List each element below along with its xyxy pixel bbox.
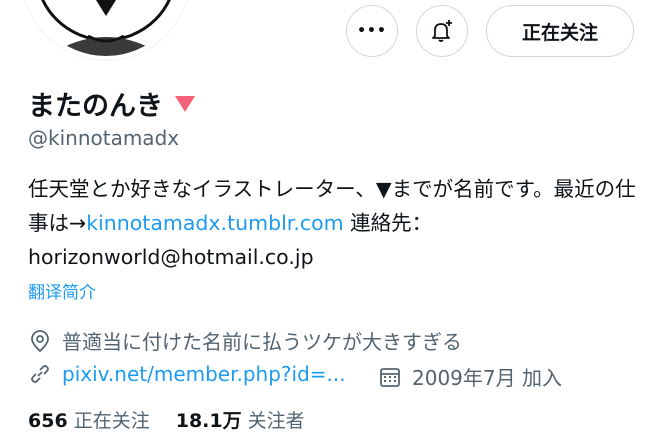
location-icon (31, 329, 49, 352)
translate-bio-link[interactable]: 翻译简介 (28, 278, 96, 303)
website-row: pixiv.net/member.php?id=... (28, 362, 346, 386)
location-row: 普適当に付けた名前に払うツケが大きすぎる (28, 326, 462, 355)
link-icon (31, 365, 49, 383)
more-icon: ••• (357, 23, 387, 39)
bell-plus-icon (432, 20, 452, 42)
joined-row: 2009年7月 加入 (378, 362, 562, 391)
user-handle: @kinnotamadx (28, 126, 180, 150)
following-label: 正在关注 (73, 410, 150, 432)
display-name-row: またのんき (28, 84, 197, 123)
followers-stat[interactable]: 18.1万 关注者 (176, 406, 305, 433)
follow-stats: 656 正在关注 18.1万 关注者 (28, 406, 305, 433)
website-link[interactable]: pixiv.net/member.php?id=... (62, 362, 346, 386)
following-stat[interactable]: 656 正在关注 (28, 406, 150, 433)
joined-text: 2009年7月 加入 (412, 366, 562, 390)
following-button[interactable]: 正在关注 (486, 5, 634, 57)
avatar-illustration (26, 0, 186, 56)
followers-count: 18.1万 (175, 410, 242, 432)
location-text: 普適当に付けた名前に払うツケが大きすぎる (62, 330, 462, 354)
bio: 任天堂とか好きなイラストレーター、▼までが名前です。最近の仕事は→kinnota… (28, 172, 638, 274)
display-name: またのんき (28, 91, 163, 122)
following-count: 656 (28, 410, 68, 432)
followers-label: 关注者 (247, 410, 305, 432)
calendar-icon (380, 367, 400, 387)
triangle-down-icon (175, 95, 195, 112)
bio-link[interactable]: kinnotamadx.tumblr.com (86, 211, 343, 235)
avatar[interactable] (22, 0, 190, 60)
more-button[interactable]: ••• (346, 5, 398, 57)
notifications-button[interactable] (416, 5, 468, 57)
